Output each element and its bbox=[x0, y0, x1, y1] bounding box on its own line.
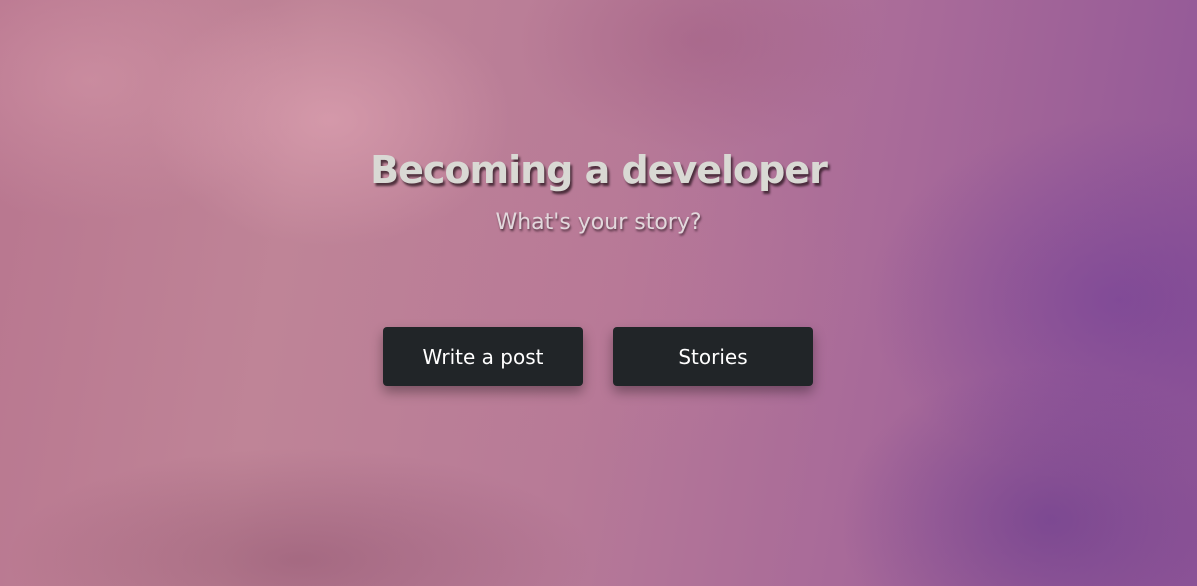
hero-background: Becoming a developer What's your story? … bbox=[0, 0, 1197, 586]
hero-title: Becoming a developer bbox=[370, 148, 828, 192]
stories-button[interactable]: Stories bbox=[613, 327, 813, 386]
write-post-button[interactable]: Write a post bbox=[383, 327, 583, 386]
hero-subtitle: What's your story? bbox=[495, 210, 702, 235]
